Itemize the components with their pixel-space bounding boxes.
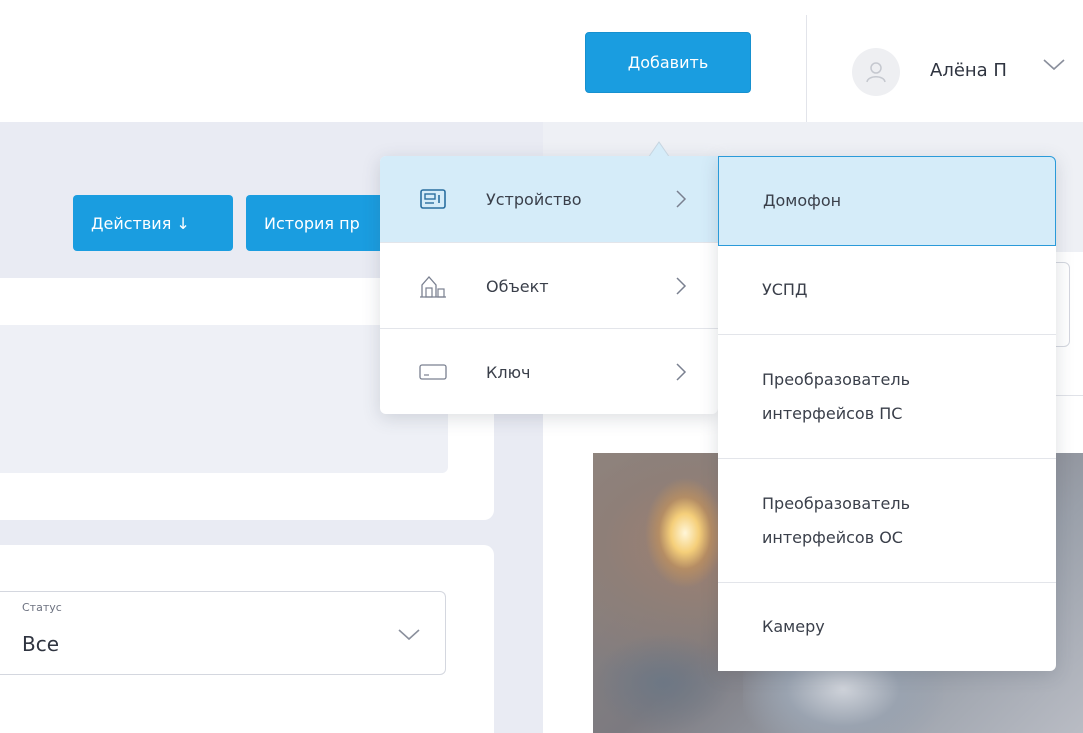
user-name[interactable]: Алёна П — [930, 60, 1007, 81]
avatar[interactable] — [852, 48, 900, 96]
chevron-right-icon — [676, 363, 687, 381]
intercom-device-icon — [418, 184, 448, 214]
submenu-item-label: Преобразователь интерфейсов ПС — [762, 369, 910, 423]
menu-item-device[interactable]: Устройство — [380, 156, 718, 242]
key-card-icon — [418, 357, 448, 387]
user-icon — [866, 62, 886, 83]
status-value: Все — [22, 632, 60, 656]
top-header — [0, 0, 1083, 122]
menu-item-object[interactable]: Объект — [380, 243, 718, 329]
submenu-item-converter-ps[interactable]: Преобразователь интерфейсов ПС — [718, 335, 1056, 458]
submenu-item-uspd[interactable]: УСПД — [718, 246, 1056, 334]
submenu-item-converter-os[interactable]: Преобразователь интерфейсов ОС — [718, 459, 1056, 582]
submenu-item-label: Домофон — [763, 191, 842, 210]
submenu-item-intercom[interactable]: Домофон — [718, 156, 1056, 246]
submenu-item-camera[interactable]: Камеру — [718, 583, 1056, 671]
menu-item-label: Объект — [486, 276, 549, 296]
building-icon — [418, 271, 448, 301]
actions-button[interactable]: Действия ↓ — [73, 195, 233, 251]
video-shadow — [593, 633, 733, 733]
chevron-down-icon[interactable] — [1040, 52, 1068, 76]
status-label: Статус — [22, 601, 62, 614]
submenu-item-label: Преобразователь интерфейсов ОС — [762, 493, 910, 547]
chevron-down-icon[interactable] — [395, 622, 423, 646]
menu-item-label: Устройство — [486, 189, 582, 209]
chevron-right-icon — [676, 190, 687, 208]
chevron-right-icon — [676, 277, 687, 295]
menu-item-key[interactable]: Ключ — [380, 329, 718, 415]
status-select[interactable] — [0, 591, 446, 675]
add-button[interactable]: Добавить — [585, 32, 751, 93]
history-button[interactable]: История пр — [246, 195, 386, 251]
submenu-item-label: УСПД — [762, 280, 808, 299]
header-divider — [806, 15, 807, 122]
menu-item-label: Ключ — [486, 362, 531, 382]
submenu-item-label: Камеру — [762, 617, 825, 636]
